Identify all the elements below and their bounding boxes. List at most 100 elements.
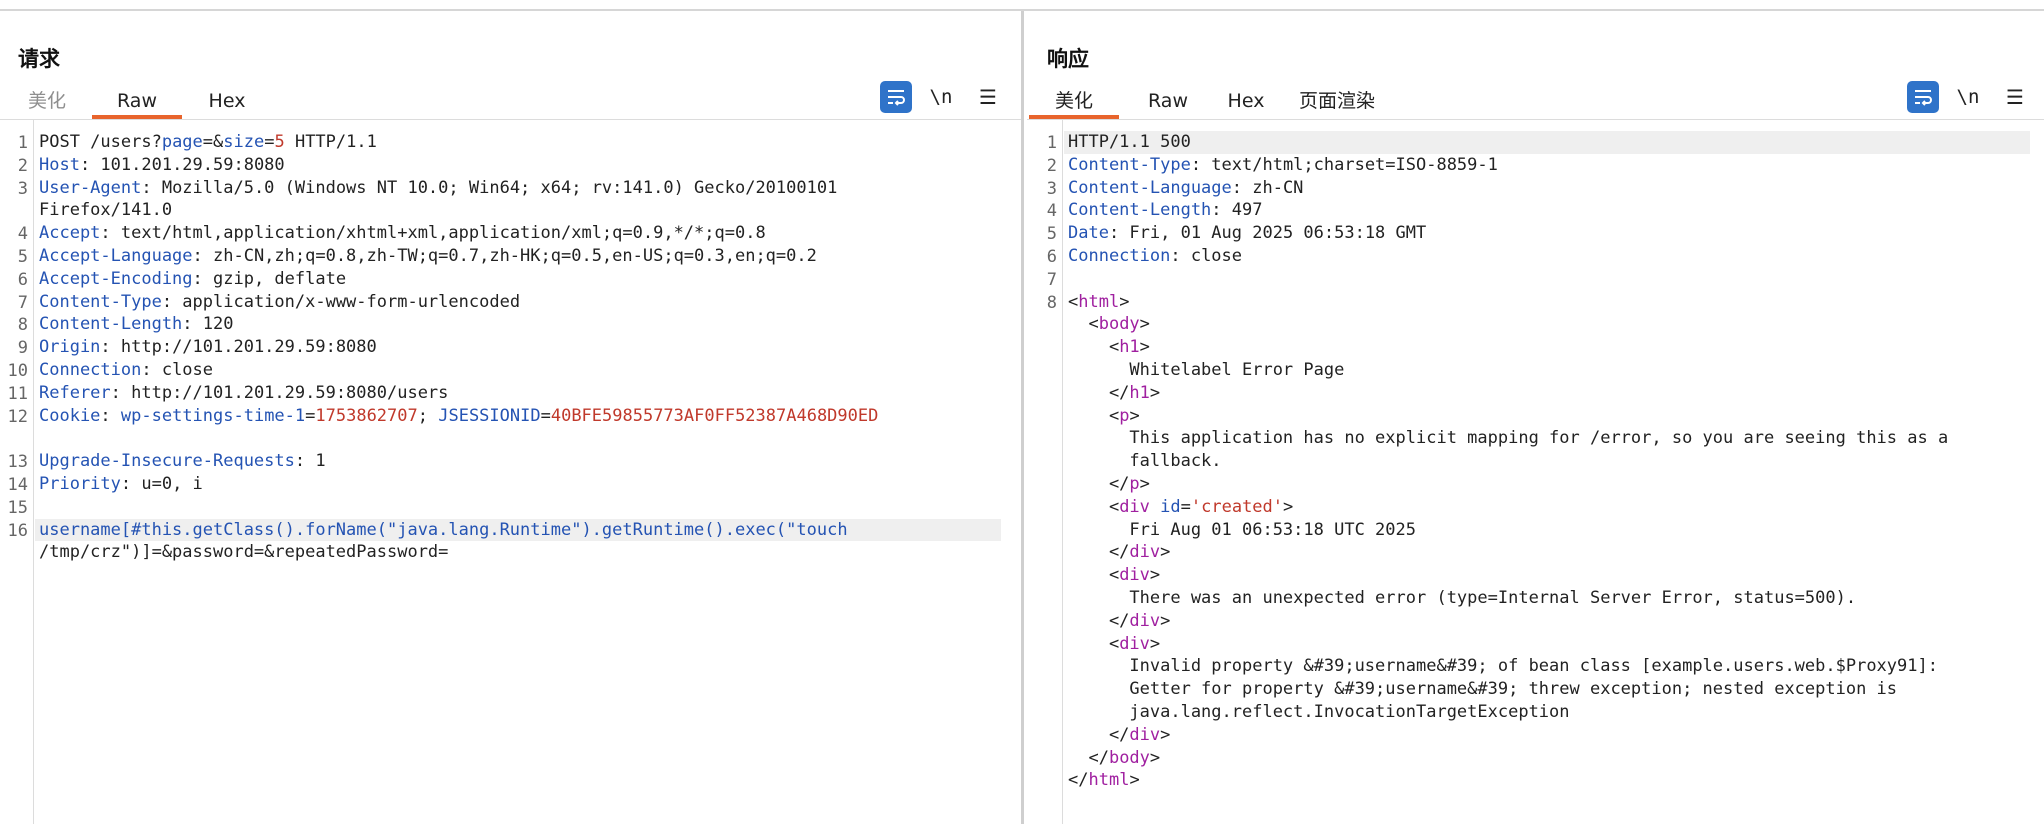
request-pane: 请求 美化 Raw Hex \n ☰ 1 POST /users?page=&si… (0, 11, 1024, 824)
code-line: Upgrade-Insecure-Requests: 1 (39, 450, 326, 473)
code-token: Priority (39, 474, 121, 494)
line-number: 9 (17, 338, 28, 359)
request-tab-raw[interactable]: Raw (92, 85, 182, 119)
response-tab-render[interactable]: 页面渲染 (1289, 85, 1385, 119)
line-number: 1 (1046, 133, 1057, 153)
code-token: Getter for property &#39;username&#39; t… (1068, 679, 1898, 700)
code-line: User-Agent: Mozilla/5.0 (Windows NT 10.0… (39, 177, 837, 200)
code-token: id (1160, 496, 1181, 517)
line-number: 7 (1046, 269, 1057, 290)
code-token: : 101.201.29.59:8080 (79, 154, 285, 175)
code-line: Accept: text/html,application/xhtml+xml,… (39, 222, 766, 245)
code-token: fallback. (1068, 451, 1222, 472)
code-token: < (1068, 496, 1120, 517)
code-line: Connection: close (1068, 245, 1242, 268)
line-number: 4 (1046, 201, 1057, 222)
code-token: Referer (39, 382, 111, 403)
line-number: 6 (1046, 247, 1057, 267)
code-token: div (1129, 724, 1161, 745)
code-token: > (1139, 314, 1150, 335)
code-token: /tmp/crz")]=&password=&repeatedPassword= (39, 542, 449, 563)
response-pane: 响应 美化 Raw Hex 页面渲染 \n ☰ 1 HTTP/1.1 500 2 Co… (1027, 11, 2044, 824)
code-line: There was an unexpected error (type=Inte… (1068, 587, 1856, 610)
code-token: Upgrade-Insecure-Requests (39, 451, 295, 472)
current-line-highlight (1064, 131, 2030, 154)
line-number: 6 (17, 269, 28, 290)
code-token: This application has no explicit mapping… (1068, 428, 1949, 449)
line-number: 2 (1046, 155, 1057, 176)
line-number: 2 (17, 155, 28, 176)
code-token: < (1068, 291, 1079, 312)
code-line: Priority: u=0, i (39, 473, 203, 496)
line-number: 7 (17, 292, 28, 313)
line-number: 4 (17, 224, 28, 245)
code-token: Origin (39, 337, 101, 358)
code-token: 'created' (1190, 496, 1284, 517)
code-line: Content-Length: 497 (1068, 199, 1262, 222)
code-line: <h1> (1068, 336, 1150, 359)
response-tab-raw[interactable]: Raw (1133, 85, 1203, 119)
code-line: </div> (1068, 541, 1170, 564)
word-wrap-icon[interactable] (880, 81, 912, 113)
line-number: 16 (7, 520, 28, 541)
code-line: Firefox/141.0 (39, 199, 172, 222)
code-token: Connection (1068, 246, 1171, 266)
code-token: ; (417, 405, 439, 426)
code-line: Accept-Language: zh-CN,zh;q=0.8,zh-TW;q=… (39, 245, 817, 268)
code-token: User-Agent (39, 177, 142, 198)
code-token: div (1119, 633, 1150, 654)
code-line: Content-Type: text/html;charset=ISO-8859… (1068, 154, 1498, 177)
code-line: <p> (1068, 405, 1140, 428)
code-line: Referer: http://101.201.29.59:8080/users (39, 382, 448, 405)
code-line: Content-Length: 120 (39, 313, 233, 336)
code-line: </div> (1068, 610, 1170, 633)
response-tab-pretty[interactable]: 美化 (1029, 85, 1119, 119)
code-token: p (1119, 405, 1130, 426)
response-tab-hex[interactable]: Hex (1215, 85, 1277, 119)
code-token: > (1119, 291, 1130, 312)
code-token: : u=0, i (120, 474, 203, 494)
code-token: Accept-Language (39, 246, 193, 266)
code-line: Content-Type: application/x-www-form-url… (39, 291, 520, 314)
code-line: POST /users?page=&size=5 HTTP/1.1 (39, 131, 377, 154)
code-token: > (1149, 382, 1161, 403)
code-token: </ (1068, 542, 1130, 563)
code-line: Origin: http://101.201.29.59:8080 (39, 336, 377, 359)
request-tab-pretty[interactable]: 美化 (14, 85, 80, 119)
code-line: <div> (1068, 633, 1160, 656)
code-token: body (1108, 747, 1150, 768)
line-number: 5 (1046, 224, 1057, 245)
code-token: </ (1068, 474, 1130, 494)
code-line: <html> (1068, 291, 1129, 314)
code-token: Content-Length (1068, 200, 1212, 221)
code-token: : (100, 405, 121, 426)
line-number: 8 (1046, 292, 1057, 313)
code-token: > (1160, 724, 1171, 745)
code-token: > (1129, 770, 1140, 791)
code-token: < (1068, 314, 1099, 335)
code-token: </ (1068, 770, 1089, 791)
show-newlines-icon[interactable]: \n (1952, 81, 1984, 113)
code-token: HTTP/1.1 500 (1068, 132, 1191, 152)
code-token: Host (39, 154, 80, 175)
request-title: 请求 (18, 47, 60, 71)
code-line: fallback. (1068, 450, 1222, 473)
code-token: : Fri, 01 Aug 2025 06:53:18 GMT (1108, 223, 1427, 244)
code-line: /tmp/crz")]=&password=&repeatedPassword= (39, 541, 448, 564)
code-token: </ (1068, 382, 1130, 403)
code-token: p (1129, 474, 1140, 494)
code-token: > (1139, 474, 1150, 494)
code-token: : close (1170, 246, 1243, 266)
show-newlines-icon[interactable]: \n (925, 81, 957, 113)
menu-icon[interactable]: ☰ (972, 81, 1004, 113)
code-token: > (1149, 565, 1161, 586)
menu-icon[interactable]: ☰ (1999, 81, 2031, 113)
response-title: 响应 (1047, 47, 1089, 71)
request-tab-hex[interactable]: Hex (196, 85, 258, 119)
code-token: = (305, 405, 316, 426)
code-token: Content-Language (1068, 177, 1232, 198)
code-token: : text/html,application/xhtml+xml,applic… (100, 223, 766, 244)
code-token: > (1139, 337, 1150, 358)
code-token: h1 (1129, 382, 1150, 403)
word-wrap-icon[interactable] (1907, 81, 1939, 113)
